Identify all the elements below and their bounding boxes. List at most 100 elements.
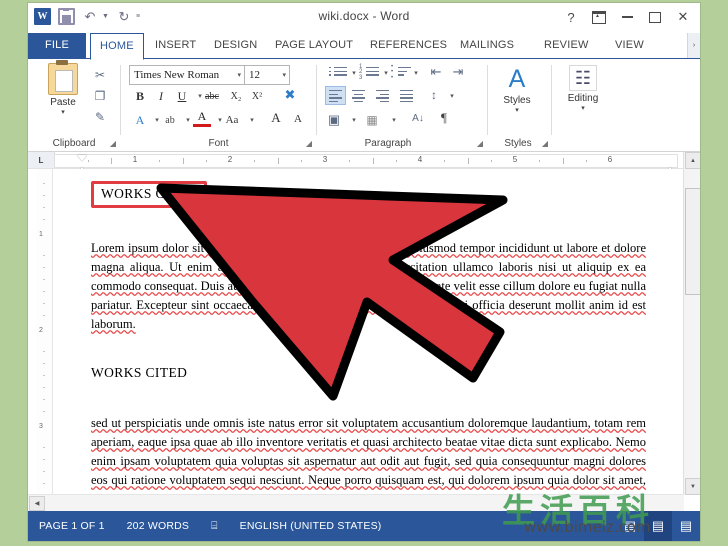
- copy-icon[interactable]: ❐: [90, 86, 110, 105]
- window-controls: ? ✕: [558, 6, 696, 28]
- format-painter-icon[interactable]: ✎: [90, 107, 110, 126]
- bold-button[interactable]: B: [131, 87, 149, 105]
- status-language[interactable]: ENGLISH (UNITED STATES): [229, 520, 393, 532]
- first-line-indent-marker[interactable]: [77, 155, 87, 161]
- text-highlight-button[interactable]: ab: [161, 111, 179, 129]
- clipboard-icon: [48, 60, 78, 95]
- tab-stop-selector[interactable]: L: [28, 152, 55, 168]
- clear-formatting-icon[interactable]: ✖: [281, 86, 299, 104]
- paste-dropdown-icon[interactable]: ▾: [40, 108, 86, 116]
- view-controls: ▤ ▤ ▤: [616, 511, 700, 541]
- line-spacing-icon[interactable]: ↕: [425, 86, 443, 104]
- line-spacing-dropdown-icon[interactable]: ▾: [443, 87, 461, 105]
- vertical-ruler[interactable]: 1 2 3: [36, 169, 53, 495]
- close-icon[interactable]: ✕: [670, 6, 696, 28]
- read-mode-icon[interactable]: ▤: [616, 511, 644, 541]
- font-name-value: Times New Roman: [134, 69, 220, 81]
- font-name-input[interactable]: Times New Roman ▾: [129, 65, 245, 85]
- web-layout-icon[interactable]: ▤: [672, 511, 700, 541]
- paragraph-1[interactable]: Lorem ipsum dolor sit amet, consectetur …: [91, 239, 646, 334]
- horizontal-scrollbar[interactable]: ◀: [28, 494, 684, 511]
- strikethrough-button[interactable]: abc: [203, 87, 221, 105]
- tab-home[interactable]: HOME: [90, 33, 144, 60]
- print-layout-icon[interactable]: ▤: [644, 511, 672, 541]
- font-size-dropdown-icon[interactable]: ▾: [282, 71, 286, 79]
- tab-design[interactable]: DESIGN: [205, 33, 266, 58]
- document-page[interactable]: WORKS CITED Lorem ipsum dolor sit amet, …: [53, 169, 684, 495]
- cut-icon[interactable]: ✂: [90, 65, 110, 84]
- ribbon-group-editing: ☷ Editing ▾: [552, 59, 616, 151]
- help-icon[interactable]: ?: [558, 6, 584, 28]
- underline-button[interactable]: U: [173, 87, 191, 105]
- maximize-icon[interactable]: [642, 6, 668, 28]
- ruler-track[interactable]: 1 2 3 4 5 6: [54, 154, 678, 179]
- ruler-mark-2: 2: [227, 155, 233, 164]
- paragraph-2[interactable]: sed ut perspiciatis unde omnis iste natu…: [91, 414, 646, 495]
- shading-icon[interactable]: ▣: [325, 111, 343, 129]
- vertical-scrollbar-thumb[interactable]: [685, 188, 700, 295]
- tab-file[interactable]: FILE: [28, 33, 86, 58]
- editing-button[interactable]: ☷ Editing ▾: [560, 63, 606, 112]
- clipboard-dialog-launcher[interactable]: ◢: [110, 139, 116, 148]
- scroll-down-icon[interactable]: ▼: [685, 478, 700, 495]
- shading-dropdown-icon[interactable]: ▾: [345, 111, 363, 129]
- tab-references[interactable]: REFERENCES: [361, 33, 456, 58]
- multilevel-dropdown-icon[interactable]: ▾: [407, 64, 425, 82]
- tab-view[interactable]: VIEW: [606, 33, 653, 58]
- document-canvas[interactable]: WORKS CITED Lorem ipsum dolor sit amet, …: [53, 169, 684, 495]
- vertical-scrollbar[interactable]: ▲ ▼: [683, 152, 700, 495]
- tab-mailings[interactable]: MAILINGS: [451, 33, 523, 58]
- tab-page-layout[interactable]: PAGE LAYOUT: [266, 33, 362, 58]
- title-bar: W ↶ ▼ ↻ ≡ wiki.docx - Word ? ✕: [28, 3, 700, 33]
- bullets-button[interactable]: [325, 64, 347, 81]
- styles-dialog-launcher[interactable]: ◢: [542, 139, 548, 148]
- minimize-icon[interactable]: [614, 6, 640, 28]
- increase-indent-icon[interactable]: ⇥: [449, 63, 467, 81]
- scroll-up-icon[interactable]: ▲: [685, 152, 700, 169]
- paste-button[interactable]: Paste ▾: [40, 60, 86, 116]
- paste-label: Paste: [50, 97, 76, 108]
- show-formatting-marks-icon[interactable]: ¶: [435, 109, 453, 127]
- font-color-button[interactable]: A: [193, 109, 211, 127]
- tab-overflow-icon[interactable]: ›: [687, 33, 700, 58]
- subscript-button[interactable]: X₂: [227, 87, 245, 105]
- decrease-indent-icon[interactable]: ⇤: [427, 63, 445, 81]
- font-size-input[interactable]: 12 ▾: [244, 65, 290, 85]
- paragraph-dialog-launcher[interactable]: ◢: [477, 139, 483, 148]
- status-word-count[interactable]: 202 WORDS: [116, 520, 200, 532]
- styles-label: Styles: [503, 95, 531, 106]
- italic-button[interactable]: I: [152, 87, 170, 105]
- proofing-errors-icon[interactable]: ⌸: [200, 520, 229, 533]
- works-cited-heading-2[interactable]: WORKS CITED: [91, 365, 187, 381]
- editing-label: Editing: [567, 93, 599, 104]
- styles-dropdown-icon[interactable]: ▾: [494, 106, 540, 114]
- scroll-left-icon[interactable]: ◀: [29, 496, 45, 511]
- editing-dropdown-icon[interactable]: ▾: [560, 104, 606, 112]
- align-left-button[interactable]: [325, 86, 346, 105]
- justify-button[interactable]: [397, 86, 416, 103]
- ribbon-display-options-icon[interactable]: [586, 6, 612, 28]
- align-right-button[interactable]: [373, 86, 392, 103]
- group-label-clipboard: Clipboard: [52, 138, 96, 149]
- change-case-dropdown-icon[interactable]: ▾: [243, 111, 261, 129]
- horizontal-ruler[interactable]: L 1 2 3 4 5 6: [28, 152, 700, 179]
- tab-insert[interactable]: INSERT: [146, 33, 205, 58]
- borders-dropdown-icon[interactable]: ▾: [385, 111, 403, 129]
- ribbon-group-font: Times New Roman ▾ 12 ▾ B I U ▾ abc X₂ X²…: [121, 59, 316, 151]
- font-name-dropdown-icon[interactable]: ▾: [237, 71, 241, 79]
- borders-icon[interactable]: ▦: [363, 111, 381, 129]
- numbering-button[interactable]: 123: [357, 64, 379, 81]
- superscript-button[interactable]: X²: [248, 87, 266, 105]
- shrink-font-button[interactable]: A: [289, 110, 307, 128]
- styles-button[interactable]: A Styles ▾: [494, 63, 540, 115]
- tab-review[interactable]: REVIEW: [535, 33, 598, 58]
- text-effects-button[interactable]: A: [131, 111, 149, 129]
- grow-font-button[interactable]: A: [267, 109, 285, 127]
- ruler-mark-5: 5: [512, 155, 518, 164]
- multilevel-list-button[interactable]: • • •: [389, 64, 411, 81]
- align-center-button[interactable]: [349, 86, 368, 103]
- status-page-number[interactable]: PAGE 1 OF 1: [28, 520, 116, 532]
- sort-icon[interactable]: A↓: [409, 109, 427, 127]
- change-case-button[interactable]: Aa: [223, 111, 241, 129]
- works-cited-heading-selected[interactable]: WORKS CITED: [91, 181, 208, 208]
